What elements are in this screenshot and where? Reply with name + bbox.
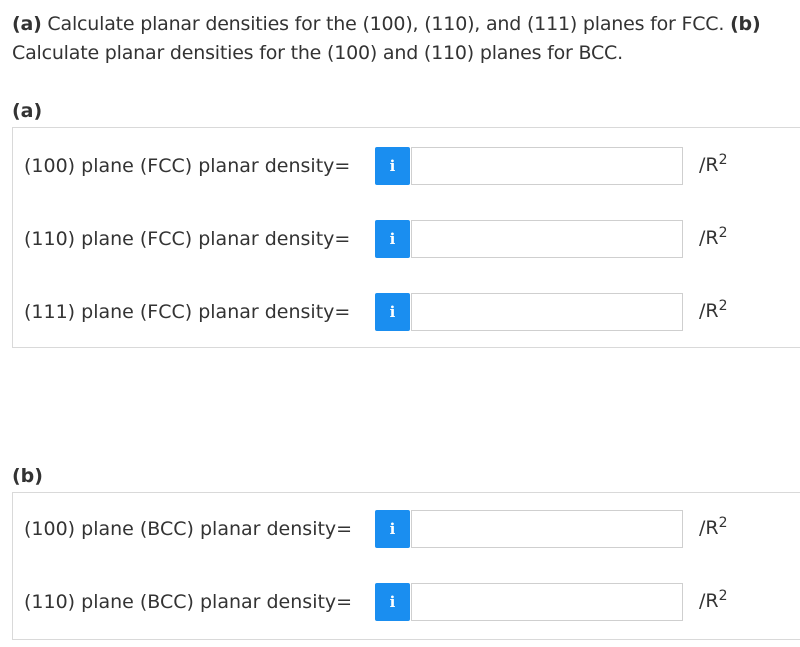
bcc-100-input[interactable]	[411, 510, 683, 548]
info-icon[interactable]: i	[375, 293, 410, 331]
info-icon[interactable]: i	[375, 147, 410, 185]
bcc-110-label: (110) plane (BCC) planar density=	[24, 591, 353, 613]
bcc-110-input[interactable]	[411, 583, 683, 621]
fcc-100-input[interactable]	[411, 147, 683, 185]
part-b-prompt: Calculate planar densities for the (100)…	[12, 42, 623, 64]
part-b-panel: (100) plane (BCC) planar density= i /R2 …	[12, 492, 800, 640]
part-b-label: (b)	[12, 465, 43, 487]
unit-label: /R2	[699, 515, 728, 539]
fcc-100-label: (100) plane (FCC) planar density=	[24, 155, 351, 177]
fcc-100-row: (100) plane (FCC) planar density= i /R2	[13, 147, 800, 187]
bcc-100-row: (100) plane (BCC) planar density= i /R2	[13, 510, 800, 550]
bcc-110-row: (110) plane (BCC) planar density= i /R2	[13, 583, 800, 623]
unit-label: /R2	[699, 225, 728, 249]
part-a-panel: (100) plane (FCC) planar density= i /R2 …	[12, 127, 800, 348]
bcc-100-label: (100) plane (BCC) planar density=	[24, 518, 353, 540]
fcc-110-input[interactable]	[411, 220, 683, 258]
part-a-tag: (a)	[12, 13, 42, 35]
info-icon[interactable]: i	[375, 220, 410, 258]
unit-label: /R2	[699, 588, 728, 612]
part-a-label: (a)	[12, 100, 43, 122]
fcc-110-label: (110) plane (FCC) planar density=	[24, 228, 351, 250]
fcc-111-label: (111) plane (FCC) planar density=	[24, 301, 351, 323]
info-icon[interactable]: i	[375, 510, 410, 548]
info-icon[interactable]: i	[375, 583, 410, 621]
part-a-prompt: Calculate planar densities for the (100)…	[41, 13, 731, 35]
fcc-111-row: (111) plane (FCC) planar density= i /R2	[13, 293, 800, 333]
part-b-tag: (b)	[730, 13, 761, 35]
fcc-110-row: (110) plane (FCC) planar density= i /R2	[13, 220, 800, 260]
fcc-111-input[interactable]	[411, 293, 683, 331]
question-text: (a) Calculate planar densities for the (…	[12, 10, 792, 68]
unit-label: /R2	[699, 298, 728, 322]
unit-label: /R2	[699, 152, 728, 176]
